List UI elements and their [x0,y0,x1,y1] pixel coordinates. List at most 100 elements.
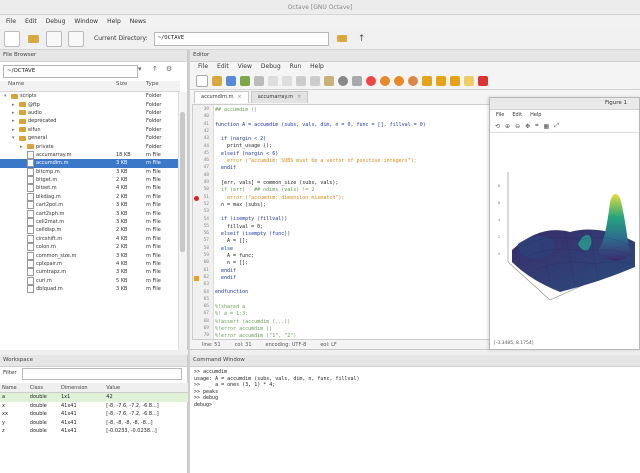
paste-icon[interactable] [324,76,334,86]
ws-column-name[interactable]: Name [0,383,28,393]
print-icon[interactable] [254,76,264,86]
file-browser-scroll-thumb[interactable] [180,112,185,252]
workspace-row[interactable]: x double 41x41 [-8, -7.6, -7.2, -6.8...] [0,402,188,411]
close-tab-icon[interactable]: × [297,94,301,100]
code-line[interactable]: elseif (nargin < 6) [215,151,426,158]
editor-menu-edit[interactable]: Edit [217,63,229,70]
ws-column-dimension[interactable]: Dimension [58,383,105,393]
file-browser-row[interactable]: cart2sph.m 3 KB m File [0,209,180,218]
file-browser-row[interactable]: cplxpair.m 4 KB m File [0,260,180,268]
editor-menu-debug[interactable]: Debug [261,63,281,70]
figure-menu-edit[interactable]: Edit [512,112,522,118]
file-browser-row[interactable]: ▸ private Folder [0,142,180,150]
file-browser-row[interactable]: circshift.m 4 KB m File [0,234,180,243]
code-line[interactable] [215,129,426,136]
code-line[interactable]: if (nargin < 2) [215,136,426,143]
editor-menu-view[interactable]: View [238,63,252,70]
copy-icon[interactable] [310,76,320,86]
code-line[interactable]: elseif (isempty (func)) [215,231,426,238]
code-line[interactable]: A = []; [215,238,426,245]
code-line[interactable] [215,209,426,216]
cut-icon[interactable] [296,76,306,86]
figure-menu-help[interactable]: Help [530,112,541,118]
code-text[interactable]: ## accumdim () function A = accumdim (sub… [215,107,426,339]
editor-tab[interactable]: accumdim.m × [194,91,249,103]
zoom-out-icon[interactable]: ⊖ [515,123,520,130]
expand-arrow-icon[interactable]: ▸ [12,110,17,116]
axes-icon[interactable]: ⌗ [535,122,538,130]
code-line[interactable]: endif [215,268,426,275]
code-line[interactable]: n = []; [215,260,426,267]
grid-icon[interactable]: ▦ [544,123,550,130]
code-line[interactable]: A = func; [215,253,426,260]
file-browser-row[interactable]: ▸ audio Folder [0,109,180,117]
code-line[interactable]: error ("accumdim: SUBS must be a vector … [215,158,426,165]
up-directory-icon[interactable]: ↑ [355,32,369,46]
code-line[interactable]: function A = accumdim (subs, vals, dim, … [215,122,426,129]
open-file-icon[interactable] [212,76,222,86]
open-folder-icon[interactable] [26,32,40,46]
figure-menu-file[interactable]: File [496,112,504,118]
browse-folder-icon[interactable] [335,32,349,46]
file-browser-row[interactable]: common_size.m 3 KB m File [0,251,180,260]
code-line[interactable] [215,173,426,180]
code-line[interactable]: %!error accumdim ("1", "2") [215,333,426,339]
menu-edit[interactable]: Edit [25,18,37,25]
autoscale-icon[interactable]: ⤢ [554,122,559,130]
code-line[interactable]: fillval = 0; [215,224,426,231]
previous-breakpoint-icon[interactable] [394,76,404,86]
workspace-filter-input[interactable] [22,368,182,380]
file-browser-row[interactable]: colon.m 2 KB m File [0,243,180,252]
quit-debug-icon[interactable] [478,76,488,86]
step-icon[interactable] [422,76,432,86]
file-browser-row[interactable]: bitcmp.m 3 KB m File [0,167,180,176]
code-line[interactable]: if (err) ## ndims (vals) != 2 [215,187,426,194]
close-tab-icon[interactable]: × [238,94,242,100]
code-editor[interactable]: 39 40 41 42 43 44 45 46 47 48 49 50 51 52 53 54 55 56 57 58… [192,104,490,340]
column-header-name[interactable]: Name [0,81,24,87]
save-icon[interactable] [226,76,236,86]
remove-breakpoints-icon[interactable] [408,76,418,86]
continue-icon[interactable] [464,76,474,86]
column-header-type[interactable]: Type [138,81,159,87]
code-line[interactable]: %!error accumdim () [215,326,426,333]
surface-plot[interactable]: 8 6 4 2 0 [490,132,639,337]
file-browser-row[interactable]: ▸ elfun Folder [0,126,180,134]
next-breakpoint-icon[interactable] [380,76,390,86]
rotate-icon[interactable]: ⟲ [495,123,500,130]
expand-arrow-icon[interactable]: ▸ [12,118,17,124]
file-browser-row[interactable]: accumdim.m 3 KB m File [0,159,180,168]
new-script-icon[interactable] [4,30,20,47]
file-browser-scrollbar[interactable] [178,92,187,350]
code-line[interactable]: %!assert (accumdim (...)) [215,319,426,326]
code-line[interactable] [215,114,426,121]
code-line[interactable]: endif [215,275,426,282]
up-folder-icon[interactable]: ↑ [152,65,163,76]
file-browser-row[interactable]: blkdiag.m 2 KB m File [0,192,180,201]
file-browser-row[interactable]: accumarray.m 18 KB m File [0,150,180,159]
pan-icon[interactable]: ✥ [525,123,530,130]
toggle-breakpoint-icon[interactable] [366,76,376,86]
code-line[interactable]: if (isempty (fillval)) [215,216,426,223]
file-browser-row[interactable]: celldisp.m 2 KB m File [0,226,180,235]
code-line[interactable]: %!shared a [215,304,426,311]
command-output[interactable]: >> accumdim usage: A = accumdim (subs, va… [194,369,360,408]
code-line[interactable]: error ("accumdim: dimension mismatch"); [215,195,426,202]
file-browser-row[interactable]: cart2pol.m 3 KB m File [0,201,180,210]
file-browser-row[interactable]: ▾ scripts Folder [0,92,180,100]
file-browser-row[interactable]: bitget.m 2 KB m File [0,176,180,185]
workspace-row[interactable]: y double 41x41 [-8, -8, -8, -8, -8...] [0,419,188,428]
code-line[interactable] [215,297,426,304]
workspace-row[interactable]: a double 1x1 42 [0,392,188,402]
step-in-icon[interactable] [436,76,446,86]
code-line[interactable]: print_usage (); [215,143,426,150]
comment-icon[interactable] [352,76,362,86]
code-line[interactable]: endfunction [215,289,426,296]
menu-window[interactable]: Window [74,18,98,25]
settings-gear-icon[interactable]: ⚙ [166,65,177,76]
save-as-icon[interactable] [240,76,250,86]
menu-news[interactable]: News [130,18,146,25]
editor-tab[interactable]: accumarray.m × [250,91,309,103]
column-header-size[interactable]: Size [108,81,127,87]
ws-column-value[interactable]: Value [104,383,188,393]
